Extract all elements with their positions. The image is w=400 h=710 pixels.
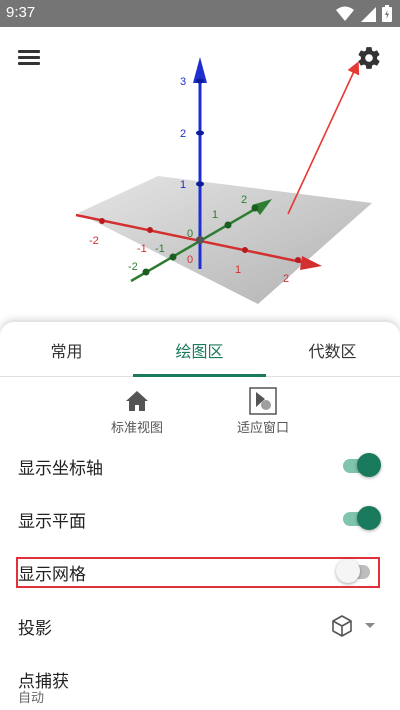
z-tick-mark <box>196 78 204 84</box>
y-tick-label: -2 <box>128 261 138 273</box>
fit-window-button[interactable]: 适应窗口 <box>213 387 313 437</box>
x-tick-mark <box>99 218 105 224</box>
y-tick-label: 0 <box>187 228 193 240</box>
x-tick-mark <box>147 227 153 233</box>
z-tick-label: 3 <box>180 76 186 88</box>
x-tick-label: 0 <box>187 254 193 266</box>
menu-icon-bar <box>18 56 40 59</box>
z-tick-label: 1 <box>180 179 186 191</box>
graphics-view-3d[interactable]: -2 -1 0 1 2 -2 -1 0 1 2 1 2 3 <box>0 27 400 330</box>
y-tick-label: 2 <box>241 194 247 206</box>
status-time: 9:37 <box>6 4 36 21</box>
toggle-knob <box>357 506 381 530</box>
y-tick-mark <box>251 204 259 212</box>
x-tick-label: 2 <box>283 273 289 285</box>
menu-icon-bar <box>18 62 40 65</box>
setting-row-show-plane: 显示平面 <box>0 494 400 544</box>
z-tick-mark <box>196 181 204 187</box>
projection-dropdown[interactable] <box>330 614 380 638</box>
status-bar: 9:37 <box>0 0 400 27</box>
setting-row-point-capture[interactable]: 点捕获 <box>0 654 400 704</box>
y-tick-label: -1 <box>155 243 165 255</box>
origin-point <box>196 236 204 244</box>
view-buttons: 标准视图 适应窗口 <box>0 387 400 437</box>
x-tick-mark <box>242 247 248 253</box>
signal-icon <box>361 6 376 22</box>
y-tick-mark <box>224 221 232 229</box>
show-plane-toggle[interactable] <box>343 506 381 532</box>
y-tick-mark <box>169 253 177 261</box>
show-axes-toggle[interactable] <box>343 453 381 479</box>
xy-plane <box>78 176 372 304</box>
fit-window-label: 适应窗口 <box>236 421 289 436</box>
gear-icon <box>358 47 380 69</box>
standard-view-label: 标准视图 <box>110 421 163 436</box>
z-tick-label: 2 <box>180 128 186 140</box>
battery-icon <box>382 5 392 22</box>
toggle-knob <box>336 559 360 583</box>
projection-label: 投影 <box>18 619 52 639</box>
active-tab-indicator <box>133 374 266 377</box>
wifi-icon <box>336 6 354 21</box>
z-tick-mark <box>196 130 204 136</box>
tab-label: 代数区 <box>308 341 357 361</box>
tab-bar: 常用 绘图区 代数区 <box>0 322 400 377</box>
x-tick-label: 1 <box>235 264 241 276</box>
tab-basic[interactable]: 常用 <box>0 322 133 377</box>
setting-row-show-axes: 显示坐标轴 <box>0 441 400 491</box>
home-icon <box>126 391 148 411</box>
y-tick-label: 1 <box>212 209 218 221</box>
show-grid-label: 显示网格 <box>18 565 86 585</box>
setting-row-show-grid: 显示网格 <box>0 547 400 597</box>
toggle-knob <box>357 453 381 477</box>
x-tick-mark <box>295 257 301 263</box>
point-capture-value: 自动 <box>18 691 45 706</box>
x-axis-arrow <box>300 256 322 270</box>
show-plane-label: 显示平面 <box>18 512 86 532</box>
show-axes-label: 显示坐标轴 <box>18 459 103 479</box>
settings-button[interactable] <box>356 45 384 73</box>
annotation-arrow <box>287 61 360 215</box>
fit-window-icon <box>249 387 277 415</box>
show-grid-toggle[interactable] <box>336 559 376 585</box>
tab-algebra[interactable]: 代数区 <box>266 322 399 377</box>
tab-graphics[interactable]: 绘图区 <box>133 322 266 377</box>
tab-label: 绘图区 <box>175 341 224 361</box>
tab-label: 常用 <box>50 341 83 361</box>
status-icons <box>336 5 392 22</box>
y-tick-mark <box>142 268 150 276</box>
standard-view-button[interactable]: 标准视图 <box>87 387 187 437</box>
menu-icon-bar <box>18 50 40 53</box>
menu-button[interactable] <box>18 47 46 71</box>
graph-canvas[interactable]: -2 -1 0 1 2 -2 -1 0 1 2 1 2 3 <box>0 27 400 330</box>
cube-icon <box>332 615 352 637</box>
x-tick-label: -1 <box>137 243 147 255</box>
settings-panel: 常用 绘图区 代数区 标准视图 适应窗口 显示坐标轴 显示平面 显示网格 投影 … <box>0 322 400 710</box>
x-tick-label: -2 <box>89 235 99 247</box>
chevron-down-icon <box>365 623 375 628</box>
